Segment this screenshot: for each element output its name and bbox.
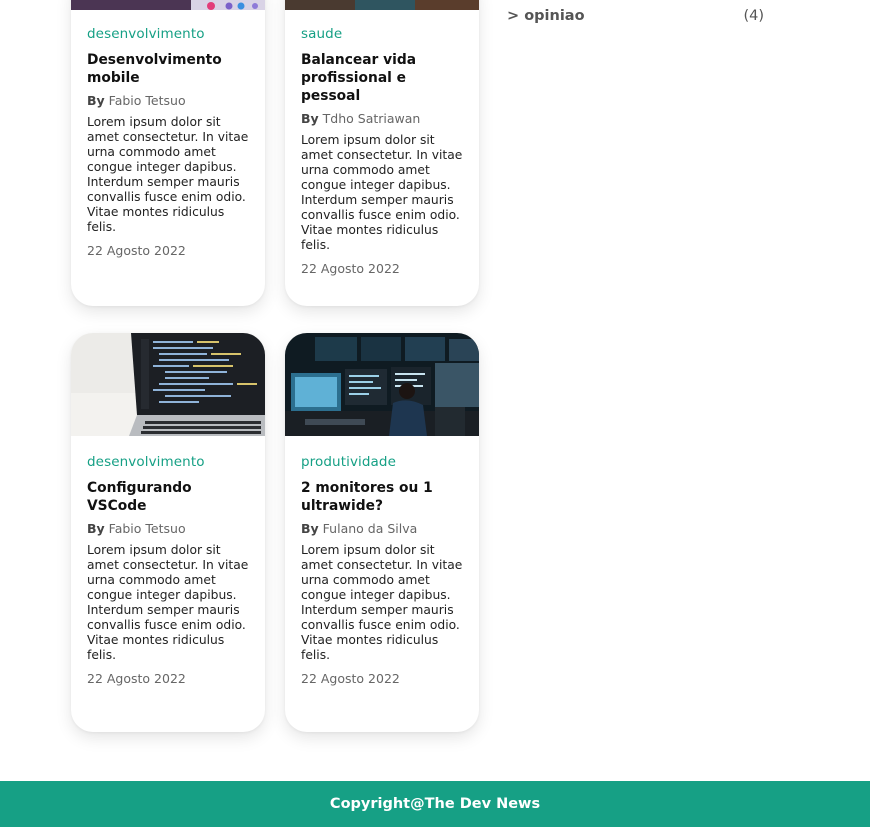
post-excerpt: Lorem ipsum dolor sit amet consectetur. … bbox=[301, 543, 463, 662]
author-prefix: By bbox=[301, 521, 319, 536]
post-category[interactable]: saude bbox=[301, 25, 463, 43]
author-prefix: By bbox=[87, 521, 105, 536]
sidebar-category-opiniao[interactable]: > opiniao (4) bbox=[507, 8, 764, 24]
post-card[interactable]: produtividade 2 monitores ou 1 ultrawide… bbox=[285, 333, 479, 732]
post-excerpt: Lorem ipsum dolor sit amet consectetur. … bbox=[87, 115, 249, 234]
post-category[interactable]: desenvolvimento bbox=[87, 453, 249, 471]
post-author: By Fabio Tetsuo bbox=[87, 521, 249, 537]
post-category[interactable]: desenvolvimento bbox=[87, 25, 249, 43]
post-date: 22 Agosto 2022 bbox=[87, 671, 186, 686]
post-image[interactable] bbox=[285, 0, 479, 10]
page: desenvolvimento Desenvolvimento mobile B… bbox=[0, 0, 870, 827]
author-name: Tdho Satriawan bbox=[322, 111, 421, 126]
author-name: Fabio Tetsuo bbox=[108, 521, 186, 536]
post-image[interactable] bbox=[71, 0, 265, 10]
sidebar-category-count: (4) bbox=[743, 8, 764, 24]
post-date: 22 Agosto 2022 bbox=[301, 671, 400, 686]
footer-copyright: Copyright@The Dev News bbox=[329, 796, 541, 812]
author-name: Fabio Tetsuo bbox=[108, 93, 186, 108]
author-prefix: By bbox=[301, 111, 319, 126]
post-title[interactable]: Desenvolvimento mobile bbox=[87, 51, 249, 87]
post-card[interactable]: saude Balancear vida profissional e pess… bbox=[285, 0, 479, 306]
post-title[interactable]: 2 monitores ou 1 ultrawide? bbox=[301, 479, 463, 515]
post-author: By Fabio Tetsuo bbox=[87, 93, 249, 109]
post-excerpt: Lorem ipsum dolor sit amet consectetur. … bbox=[301, 133, 463, 252]
post-date: 22 Agosto 2022 bbox=[87, 243, 186, 258]
author-prefix: By bbox=[87, 93, 105, 108]
post-excerpt: Lorem ipsum dolor sit amet consectetur. … bbox=[87, 543, 249, 662]
post-title[interactable]: Configurando VSCode bbox=[87, 479, 249, 515]
post-category[interactable]: produtividade bbox=[301, 453, 463, 471]
post-card[interactable]: desenvolvimento Configurando VSCode By F… bbox=[71, 333, 265, 732]
footer: Copyright@The Dev News bbox=[0, 781, 870, 827]
author-name: Fulano da Silva bbox=[322, 521, 418, 536]
post-card[interactable]: desenvolvimento Desenvolvimento mobile B… bbox=[71, 0, 265, 306]
post-author: By Tdho Satriawan bbox=[301, 111, 463, 127]
post-date: 22 Agosto 2022 bbox=[301, 261, 400, 276]
sidebar-category-label[interactable]: > opiniao bbox=[507, 8, 585, 24]
post-title[interactable]: Balancear vida profissional e pessoal bbox=[301, 51, 463, 105]
post-image[interactable] bbox=[285, 333, 479, 436]
post-image[interactable] bbox=[71, 333, 265, 436]
post-author: By Fulano da Silva bbox=[301, 521, 463, 537]
